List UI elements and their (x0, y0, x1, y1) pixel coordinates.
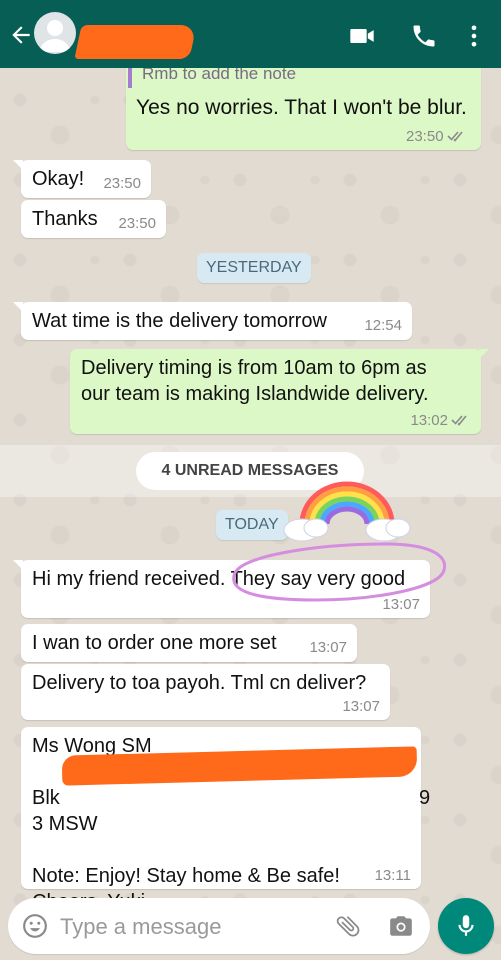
message-time: 13:07 (309, 639, 347, 656)
date-divider-yesterday: YESTERDAY (197, 253, 311, 283)
message-time: 23:50 (103, 175, 141, 192)
rainbow-sticker-icon (283, 481, 411, 542)
bubble-tail (13, 302, 23, 312)
bubble-tail (13, 560, 23, 570)
message-line: Note: Enjoy! Stay home & Be safe! (32, 865, 340, 887)
incoming-message[interactable]: Okay! 23:50 (13, 160, 151, 198)
message-input-placeholder[interactable]: Type a message (60, 914, 221, 940)
bubble-tail (13, 160, 23, 170)
camera-icon[interactable] (388, 913, 414, 939)
message-time: 13:07 (342, 698, 380, 715)
mic-icon (458, 915, 474, 936)
message-time: 12:54 (364, 317, 402, 334)
double-check-icon (451, 415, 467, 426)
message-text: Yes no worries. That I won't be blur. (136, 96, 467, 119)
message-line: 3 MSW (32, 813, 98, 835)
phone-call-icon[interactable] (410, 22, 438, 50)
message-text: Delivery timing is from 10am to 6pm as o… (81, 357, 429, 405)
contact-avatar[interactable] (34, 12, 76, 54)
bubble-tail (479, 349, 489, 359)
highlight-circle-annotation (232, 542, 447, 602)
address-prefix: Blk (32, 787, 60, 809)
message-text: Wat time is the delivery tomorrow (32, 310, 327, 332)
message-text: Delivery to toa payoh. Tml cn deliver? (32, 672, 367, 694)
address-suffix: 9 (419, 787, 431, 809)
default-avatar-icon (39, 20, 71, 52)
message-time: 13:11 (374, 867, 411, 884)
double-check-icon (446, 131, 463, 142)
chat-header (0, 0, 501, 68)
message-time: 23:50 (406, 128, 467, 145)
incoming-message[interactable]: Thanks 23:50 (21, 200, 166, 238)
outgoing-message[interactable]: Delivery timing is from 10am to 6pm as o… (70, 349, 489, 434)
incoming-message[interactable]: I wan to order one more set 13:07 (21, 624, 357, 662)
arrow-left-icon[interactable] (8, 22, 34, 48)
incoming-message[interactable]: Delivery to toa payoh. Tml cn deliver? 1… (21, 664, 390, 720)
message-time: 13:02 (410, 412, 471, 429)
mic-button[interactable] (438, 898, 494, 954)
video-call-icon[interactable] (348, 22, 376, 50)
more-vert-icon[interactable] (460, 22, 488, 50)
message-time: 23:50 (118, 215, 156, 232)
contact-name-redaction[interactable] (74, 25, 197, 59)
paperclip-icon[interactable] (334, 912, 362, 940)
incoming-message[interactable]: Wat time is the delivery tomorrow 12:54 (13, 302, 412, 340)
emoji-icon[interactable] (22, 913, 48, 939)
date-divider-today: TODAY (216, 510, 288, 540)
message-input-bar[interactable]: Type a message (8, 898, 430, 954)
message-text: I wan to order one more set (32, 632, 277, 654)
